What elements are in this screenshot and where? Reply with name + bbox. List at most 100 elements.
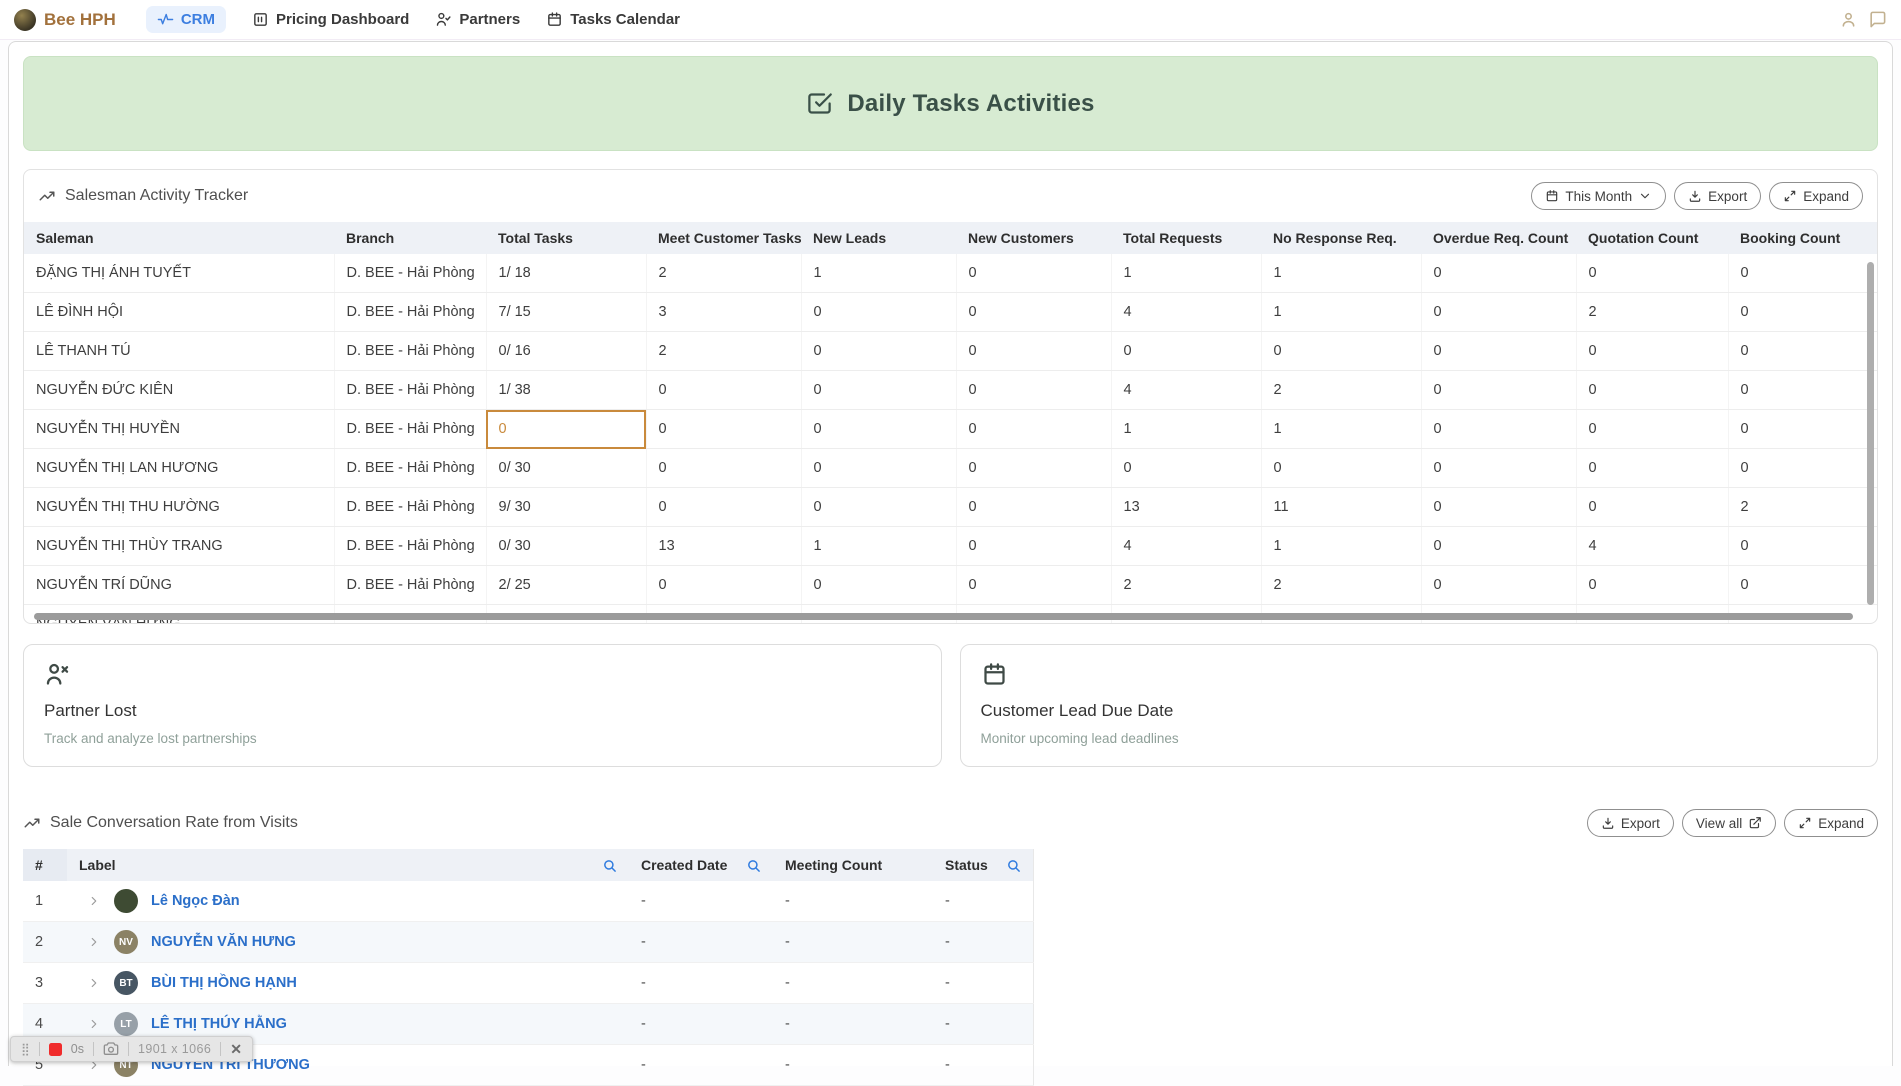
table-cell[interactable]: 0 — [1728, 332, 1877, 371]
table-cell[interactable]: 13 — [1111, 488, 1261, 527]
table-cell[interactable]: D. BEE - Hải Phòng — [334, 293, 486, 332]
tab-crm[interactable]: CRM — [146, 6, 226, 33]
table-cell[interactable]: 0 — [1421, 449, 1576, 488]
list-item[interactable]: 2 NV NGUYỄN VĂN HƯNG - - - — [23, 922, 1033, 963]
table-cell[interactable]: 0 — [1728, 293, 1877, 332]
period-select-button[interactable]: This Month — [1531, 182, 1666, 210]
table-cell[interactable]: 0 — [1728, 566, 1877, 605]
table-cell[interactable]: 0 — [1576, 371, 1728, 410]
search-icon[interactable] — [1006, 858, 1021, 873]
table-cell[interactable]: LÊ THANH TÚ — [24, 332, 334, 371]
list-item[interactable]: 3 BT BÙI THỊ HỒNG HẠNH - - - — [23, 963, 1033, 1004]
table-cell[interactable]: 0 — [1261, 332, 1421, 371]
table-cell[interactable]: NGUYỄN THỊ THÙY TRANG — [24, 527, 334, 566]
table-cell[interactable]: 0 — [1111, 449, 1261, 488]
table-cell[interactable]: 4 — [1111, 293, 1261, 332]
table-cell[interactable]: 0 — [1576, 488, 1728, 527]
table-cell[interactable]: D. BEE - Hải Phòng — [334, 371, 486, 410]
table-cell[interactable]: 0 — [956, 566, 1111, 605]
customer-lead-due-date-card[interactable]: Customer Lead Due Date Monitor upcoming … — [960, 644, 1879, 767]
table-cell[interactable]: 0/ 16 — [486, 332, 646, 371]
search-icon[interactable] — [602, 858, 617, 873]
tab-tasks-calendar[interactable]: Tasks Calendar — [546, 11, 680, 28]
table-cell[interactable]: LÊ ĐÌNH HỘI — [24, 293, 334, 332]
table-cell[interactable]: 0 — [801, 410, 956, 449]
tab-pricing-dashboard[interactable]: Pricing Dashboard — [252, 11, 409, 28]
table-cell[interactable]: 1/ 38 — [486, 371, 646, 410]
table-cell[interactable]: 0 — [956, 293, 1111, 332]
table-cell[interactable]: NGUYỄN THỊ LAN HƯƠNG — [24, 449, 334, 488]
table-cell[interactable]: 1 — [1261, 527, 1421, 566]
table-cell[interactable]: 13 — [646, 527, 801, 566]
table-cell[interactable]: D. BEE - Hải Phòng — [334, 332, 486, 371]
table-cell[interactable]: 0 — [1421, 254, 1576, 293]
table-cell[interactable]: 1 — [1111, 254, 1261, 293]
search-icon[interactable] — [746, 858, 761, 873]
list-item[interactable]: 1 Lê Ngọc Đàn - - - — [23, 881, 1033, 922]
table-cell[interactable]: 0 — [1576, 254, 1728, 293]
table-cell[interactable]: 1 — [801, 254, 956, 293]
table-cell[interactable]: 0 — [1576, 566, 1728, 605]
table-cell[interactable]: 0 — [801, 332, 956, 371]
salesman-link[interactable]: BÙI THỊ HỒNG HẠNH — [151, 975, 297, 991]
table-cell[interactable]: 0 — [1728, 449, 1877, 488]
table-cell[interactable]: 0 — [956, 254, 1111, 293]
table-cell[interactable]: NGUYỄN THỊ THU HƯỜNG — [24, 488, 334, 527]
table-cell[interactable]: 0 — [646, 410, 801, 449]
table-cell[interactable]: D. BEE - Hải Phòng — [334, 566, 486, 605]
table-cell[interactable]: 1 — [1261, 410, 1421, 449]
table-cell[interactable]: 0 — [1421, 566, 1576, 605]
salesman-link[interactable]: LÊ THỊ THÚY HẰNG — [151, 1016, 287, 1032]
table-cell[interactable]: 0 — [956, 449, 1111, 488]
table-cell[interactable]: 0 — [956, 410, 1111, 449]
table-cell[interactable]: 4 — [1576, 527, 1728, 566]
table-cell[interactable]: 2 — [646, 332, 801, 371]
table-cell[interactable]: 0 — [956, 371, 1111, 410]
table-cell[interactable]: 4 — [1111, 371, 1261, 410]
salesman-link[interactable]: Lê Ngọc Đàn — [151, 893, 240, 909]
table-cell[interactable]: 0 — [1728, 254, 1877, 293]
table-cell[interactable]: 0 — [1576, 332, 1728, 371]
table-cell[interactable]: NGUYỄN ĐỨC KIÊN — [24, 371, 334, 410]
table-cell[interactable]: 0 — [1421, 371, 1576, 410]
table-cell[interactable]: 9/ 30 — [486, 488, 646, 527]
chevron-right-icon[interactable] — [87, 935, 101, 949]
table-cell[interactable]: D. BEE - Hải Phòng — [334, 488, 486, 527]
table-cell[interactable]: 0 — [646, 566, 801, 605]
selected-table-cell[interactable]: 0 — [486, 410, 646, 449]
table-cell[interactable]: 0 — [646, 488, 801, 527]
table-cell[interactable]: 2 — [646, 254, 801, 293]
partner-lost-card[interactable]: Partner Lost Track and analyze lost part… — [23, 644, 942, 767]
table-cell[interactable]: 0 — [1111, 332, 1261, 371]
table-cell[interactable]: D. BEE - Hải Phòng — [334, 449, 486, 488]
table-cell[interactable]: 0 — [801, 449, 956, 488]
table-cell[interactable]: 0 — [1261, 449, 1421, 488]
table-cell[interactable]: 0/ 30 — [486, 527, 646, 566]
table-cell[interactable]: 0 — [1576, 449, 1728, 488]
table-cell[interactable]: 0 — [1421, 527, 1576, 566]
table-cell[interactable]: 0 — [801, 566, 956, 605]
table-cell[interactable]: 0 — [801, 293, 956, 332]
table-cell[interactable]: ĐẶNG THỊ ÁNH TUYẾT — [24, 254, 334, 293]
table-cell[interactable]: 1 — [1111, 410, 1261, 449]
table-cell[interactable]: 0 — [1421, 332, 1576, 371]
tab-partners[interactable]: Partners — [435, 11, 520, 28]
table-cell[interactable]: 0 — [1421, 410, 1576, 449]
table-cell[interactable]: D. BEE - Hải Phòng — [334, 410, 486, 449]
table-cell[interactable]: NGUYỄN THỊ HUYỀN — [24, 410, 334, 449]
table-cell[interactable]: D. BEE - Hải Phòng — [334, 254, 486, 293]
table-cell[interactable]: 2/ 25 — [486, 566, 646, 605]
vertical-scrollbar[interactable] — [1867, 262, 1874, 605]
table-cell[interactable]: 2 — [1728, 488, 1877, 527]
table-cell[interactable]: 0 — [1728, 410, 1877, 449]
table-cell[interactable]: 3 — [646, 293, 801, 332]
camera-icon[interactable] — [103, 1041, 119, 1057]
table-cell[interactable]: 11 — [1261, 488, 1421, 527]
chevron-right-icon[interactable] — [87, 976, 101, 990]
table-cell[interactable]: 1/ 18 — [486, 254, 646, 293]
export-button[interactable]: Export — [1674, 182, 1761, 210]
table-cell[interactable]: 2 — [1261, 371, 1421, 410]
expand-button[interactable]: Expand — [1769, 182, 1863, 210]
horizontal-scrollbar[interactable] — [34, 613, 1853, 620]
export-button[interactable]: Export — [1587, 809, 1674, 837]
